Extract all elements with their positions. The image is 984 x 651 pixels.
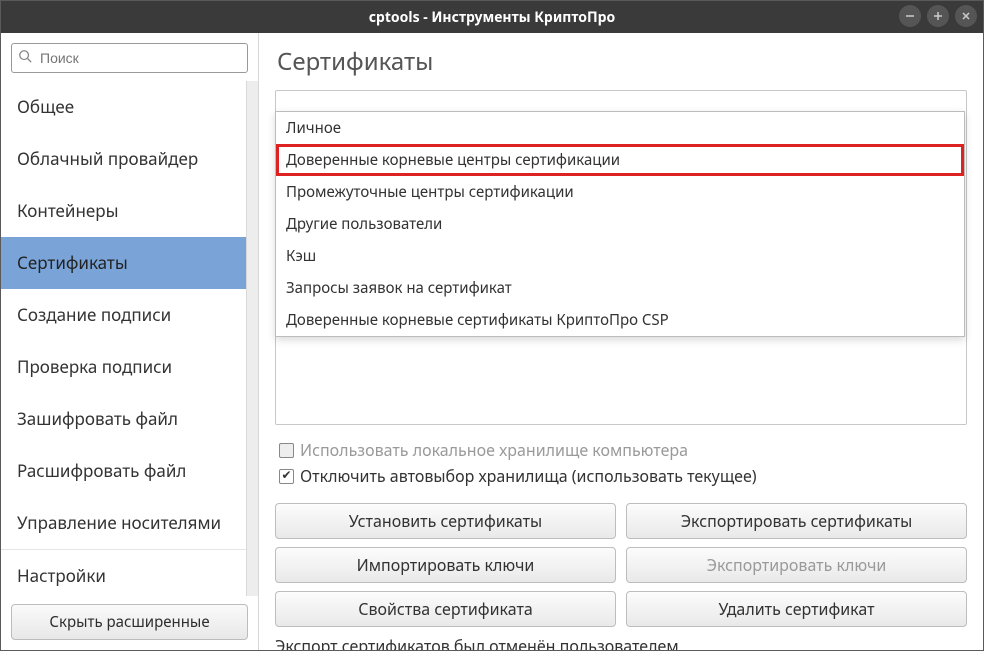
check-disable-autoselect[interactable]: [279, 469, 294, 484]
sidebar-item-verify-signature[interactable]: Проверка подписи: [1, 341, 246, 393]
options-block: Использовать локальное хранилище компьют…: [279, 435, 967, 491]
install-certificates-button[interactable]: Установить сертификаты: [275, 503, 616, 539]
sidebar-item-create-signature[interactable]: Создание подписи: [1, 289, 246, 341]
page-title: Сертификаты: [277, 45, 967, 78]
sidebar-item-general[interactable]: Общее: [1, 81, 246, 133]
sidebar: Общее Облачный провайдер Контейнеры Серт…: [1, 33, 259, 650]
dropdown-item-other-users[interactable]: Другие пользователи: [276, 208, 964, 240]
check-use-local-store: [279, 443, 294, 458]
delete-certificate-button[interactable]: Удалить сертификат: [626, 591, 967, 627]
maximize-icon[interactable]: [927, 5, 949, 27]
export-keys-button: Экспортировать ключи: [626, 547, 967, 583]
export-certificates-button[interactable]: Экспортировать сертификаты: [626, 503, 967, 539]
main-pane: Сертификаты Личное Доверенные корневые ц…: [259, 33, 983, 650]
nav-list: Общее Облачный провайдер Контейнеры Серт…: [1, 81, 246, 596]
certificate-properties-button[interactable]: Свойства сертификата: [275, 591, 616, 627]
check-disable-autoselect-row[interactable]: Отключить автовыбор хранилища (использов…: [279, 465, 967, 487]
app-window: cptools - Инструменты КриптоПро: [0, 0, 984, 651]
dropdown-item-trusted-root-ca[interactable]: Доверенные корневые центры сертификации: [276, 144, 964, 176]
sidebar-item-cloud-provider[interactable]: Облачный провайдер: [1, 133, 246, 185]
import-keys-button[interactable]: Импортировать ключи: [275, 547, 616, 583]
dropdown-item-cert-requests[interactable]: Запросы заявок на сертификат: [276, 272, 964, 304]
search-input[interactable]: [38, 49, 241, 67]
dropdown-item-cache[interactable]: Кэш: [276, 240, 964, 272]
check-use-local-store-row: Использовать локальное хранилище компьют…: [279, 439, 967, 461]
dropdown-item-intermediate-ca[interactable]: Промежуточные центры сертификации: [276, 176, 964, 208]
store-dropdown: Личное Доверенные корневые центры сертиф…: [275, 111, 965, 337]
sidebar-item-encrypt-file[interactable]: Зашифровать файл: [1, 393, 246, 445]
body: Общее Облачный провайдер Контейнеры Серт…: [1, 33, 983, 650]
search-wrap: [1, 33, 258, 81]
window-controls: [899, 5, 977, 27]
sidebar-item-certificates[interactable]: Сертификаты: [1, 237, 246, 289]
button-grid: Установить сертификаты Экспортировать се…: [275, 503, 967, 627]
titlebar: cptools - Инструменты КриптоПро: [1, 1, 983, 33]
minimize-icon[interactable]: [899, 5, 921, 27]
status-text: Экспорт сертификатов был отменён пользов…: [275, 635, 967, 650]
hide-advanced-button[interactable]: Скрыть расширенные: [11, 604, 248, 640]
search-icon: [18, 48, 32, 68]
sidebar-scrollbar[interactable]: [246, 81, 258, 596]
sidebar-item-containers[interactable]: Контейнеры: [1, 185, 246, 237]
window-title: cptools - Инструменты КриптоПро: [369, 8, 615, 27]
check-use-local-store-label: Использовать локальное хранилище компьют…: [300, 439, 688, 461]
search-input-wrap[interactable]: [11, 43, 248, 73]
dropdown-item-cryptopro-trusted-root[interactable]: Доверенные корневые сертификаты КриптоПр…: [276, 304, 964, 336]
close-icon[interactable]: [955, 5, 977, 27]
sidebar-item-manage-media[interactable]: Управление носителями: [1, 497, 246, 549]
check-disable-autoselect-label: Отключить автовыбор хранилища (использов…: [300, 465, 757, 487]
sidebar-item-settings[interactable]: Настройки: [1, 549, 246, 596]
dropdown-item-personal[interactable]: Личное: [276, 112, 964, 144]
sidebar-item-decrypt-file[interactable]: Расшифровать файл: [1, 445, 246, 497]
